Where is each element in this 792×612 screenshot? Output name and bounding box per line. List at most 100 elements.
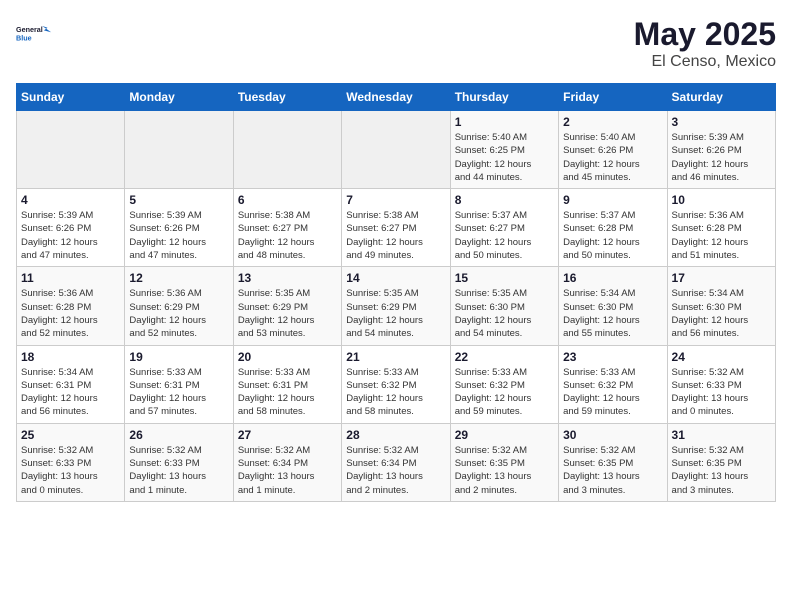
cell-0-5: 2 Sunrise: 5:40 AM Sunset: 6:26 PM Daylig…	[559, 111, 667, 189]
cell-2-0: 11 Sunrise: 5:36 AM Sunset: 6:28 PM Dayli…	[17, 267, 125, 345]
day-info: Sunrise: 5:33 AM Sunset: 6:32 PM Dayligh…	[563, 366, 662, 419]
cell-2-6: 17 Sunrise: 5:34 AM Sunset: 6:30 PM Dayli…	[667, 267, 775, 345]
day-number: 10	[672, 193, 771, 207]
day-info: Sunrise: 5:40 AM Sunset: 6:26 PM Dayligh…	[563, 131, 662, 184]
day-number: 27	[238, 428, 337, 442]
day-info: Sunrise: 5:32 AM Sunset: 6:34 PM Dayligh…	[238, 444, 337, 497]
svg-text:Blue: Blue	[16, 33, 32, 42]
cell-4-1: 26 Sunrise: 5:32 AM Sunset: 6:33 PM Dayli…	[125, 423, 233, 501]
cell-3-0: 18 Sunrise: 5:34 AM Sunset: 6:31 PM Dayli…	[17, 345, 125, 423]
svg-text:General: General	[16, 25, 43, 34]
day-number: 11	[21, 271, 120, 285]
day-number: 13	[238, 271, 337, 285]
day-info: Sunrise: 5:33 AM Sunset: 6:31 PM Dayligh…	[238, 366, 337, 419]
day-number: 20	[238, 350, 337, 364]
weekday-header-row: Sunday Monday Tuesday Wednesday Thursday…	[17, 84, 776, 111]
cell-0-1	[125, 111, 233, 189]
day-number: 15	[455, 271, 554, 285]
day-info: Sunrise: 5:32 AM Sunset: 6:34 PM Dayligh…	[346, 444, 445, 497]
cell-3-5: 23 Sunrise: 5:33 AM Sunset: 6:32 PM Dayli…	[559, 345, 667, 423]
day-info: Sunrise: 5:32 AM Sunset: 6:35 PM Dayligh…	[563, 444, 662, 497]
day-number: 7	[346, 193, 445, 207]
cell-2-5: 16 Sunrise: 5:34 AM Sunset: 6:30 PM Dayli…	[559, 267, 667, 345]
week-row-0: 1Sunrise: 5:40 AM Sunset: 6:25 PM Daylig…	[17, 111, 776, 189]
day-info: Sunrise: 5:33 AM Sunset: 6:31 PM Dayligh…	[129, 366, 228, 419]
cell-3-2: 20 Sunrise: 5:33 AM Sunset: 6:31 PM Dayli…	[233, 345, 341, 423]
day-number: 4	[21, 193, 120, 207]
calendar-header: GeneralBlue May 2025 El Censo, Mexico	[16, 16, 776, 71]
cell-1-3: 7Sunrise: 5:38 AM Sunset: 6:27 PM Daylig…	[342, 189, 450, 267]
cell-3-6: 24 Sunrise: 5:32 AM Sunset: 6:33 PM Dayli…	[667, 345, 775, 423]
day-number: 24	[672, 350, 771, 364]
day-number: 22	[455, 350, 554, 364]
cell-1-2: 6Sunrise: 5:38 AM Sunset: 6:27 PM Daylig…	[233, 189, 341, 267]
day-number: 9	[563, 193, 662, 207]
header-saturday: Saturday	[667, 84, 775, 111]
cell-2-1: 12 Sunrise: 5:36 AM Sunset: 6:29 PM Dayli…	[125, 267, 233, 345]
calendar-table: Sunday Monday Tuesday Wednesday Thursday…	[16, 83, 776, 502]
cell-0-3	[342, 111, 450, 189]
day-number: 5	[129, 193, 228, 207]
day-info: Sunrise: 5:39 AM Sunset: 6:26 PM Dayligh…	[672, 131, 771, 184]
cell-1-4: 8 Sunrise: 5:37 AM Sunset: 6:27 PM Daylig…	[450, 189, 558, 267]
day-number: 12	[129, 271, 228, 285]
day-info: Sunrise: 5:36 AM Sunset: 6:28 PM Dayligh…	[21, 287, 120, 340]
day-info: Sunrise: 5:36 AM Sunset: 6:29 PM Dayligh…	[129, 287, 228, 340]
day-number: 29	[455, 428, 554, 442]
day-info: Sunrise: 5:32 AM Sunset: 6:33 PM Dayligh…	[129, 444, 228, 497]
week-row-4: 25Sunrise: 5:32 AM Sunset: 6:33 PM Dayli…	[17, 423, 776, 501]
cell-4-3: 28 Sunrise: 5:32 AM Sunset: 6:34 PM Dayli…	[342, 423, 450, 501]
day-number: 18	[21, 350, 120, 364]
header-friday: Friday	[559, 84, 667, 111]
day-number: 26	[129, 428, 228, 442]
cell-1-6: 10 Sunrise: 5:36 AM Sunset: 6:28 PM Dayli…	[667, 189, 775, 267]
day-number: 6	[238, 193, 337, 207]
day-info: Sunrise: 5:39 AM Sunset: 6:26 PM Dayligh…	[129, 209, 228, 262]
day-info: Sunrise: 5:32 AM Sunset: 6:35 PM Dayligh…	[672, 444, 771, 497]
cell-4-5: 30 Sunrise: 5:32 AM Sunset: 6:35 PM Dayli…	[559, 423, 667, 501]
cell-0-0	[17, 111, 125, 189]
day-info: Sunrise: 5:34 AM Sunset: 6:30 PM Dayligh…	[563, 287, 662, 340]
cell-1-1: 5 Sunrise: 5:39 AM Sunset: 6:26 PM Daylig…	[125, 189, 233, 267]
day-info: Sunrise: 5:35 AM Sunset: 6:29 PM Dayligh…	[346, 287, 445, 340]
week-row-1: 4 Sunrise: 5:39 AM Sunset: 6:26 PM Daylig…	[17, 189, 776, 267]
cell-1-0: 4 Sunrise: 5:39 AM Sunset: 6:26 PM Daylig…	[17, 189, 125, 267]
day-info: Sunrise: 5:34 AM Sunset: 6:30 PM Dayligh…	[672, 287, 771, 340]
cell-0-2	[233, 111, 341, 189]
cell-2-2: 13 Sunrise: 5:35 AM Sunset: 6:29 PM Dayli…	[233, 267, 341, 345]
day-number: 17	[672, 271, 771, 285]
day-info: Sunrise: 5:37 AM Sunset: 6:27 PM Dayligh…	[455, 209, 554, 262]
day-info: Sunrise: 5:32 AM Sunset: 6:33 PM Dayligh…	[672, 366, 771, 419]
week-row-3: 18 Sunrise: 5:34 AM Sunset: 6:31 PM Dayli…	[17, 345, 776, 423]
cell-0-4: 1Sunrise: 5:40 AM Sunset: 6:25 PM Daylig…	[450, 111, 558, 189]
day-number: 2	[563, 115, 662, 129]
day-number: 14	[346, 271, 445, 285]
day-number: 28	[346, 428, 445, 442]
logo: GeneralBlue	[16, 16, 52, 52]
day-number: 16	[563, 271, 662, 285]
day-info: Sunrise: 5:39 AM Sunset: 6:26 PM Dayligh…	[21, 209, 120, 262]
cell-3-4: 22 Sunrise: 5:33 AM Sunset: 6:32 PM Dayli…	[450, 345, 558, 423]
header-wednesday: Wednesday	[342, 84, 450, 111]
logo-icon: GeneralBlue	[16, 16, 52, 52]
day-info: Sunrise: 5:32 AM Sunset: 6:35 PM Dayligh…	[455, 444, 554, 497]
day-info: Sunrise: 5:34 AM Sunset: 6:31 PM Dayligh…	[21, 366, 120, 419]
day-info: Sunrise: 5:33 AM Sunset: 6:32 PM Dayligh…	[455, 366, 554, 419]
header-thursday: Thursday	[450, 84, 558, 111]
cell-2-4: 15Sunrise: 5:35 AM Sunset: 6:30 PM Dayli…	[450, 267, 558, 345]
day-number: 19	[129, 350, 228, 364]
cell-3-1: 19 Sunrise: 5:33 AM Sunset: 6:31 PM Dayli…	[125, 345, 233, 423]
day-info: Sunrise: 5:32 AM Sunset: 6:33 PM Dayligh…	[21, 444, 120, 497]
day-info: Sunrise: 5:36 AM Sunset: 6:28 PM Dayligh…	[672, 209, 771, 262]
day-info: Sunrise: 5:33 AM Sunset: 6:32 PM Dayligh…	[346, 366, 445, 419]
day-number: 30	[563, 428, 662, 442]
title-area: May 2025 El Censo, Mexico	[634, 16, 776, 71]
cell-4-2: 27 Sunrise: 5:32 AM Sunset: 6:34 PM Dayli…	[233, 423, 341, 501]
day-info: Sunrise: 5:35 AM Sunset: 6:29 PM Dayligh…	[238, 287, 337, 340]
cell-4-6: 31 Sunrise: 5:32 AM Sunset: 6:35 PM Dayli…	[667, 423, 775, 501]
cell-3-3: 21Sunrise: 5:33 AM Sunset: 6:32 PM Dayli…	[342, 345, 450, 423]
day-number: 8	[455, 193, 554, 207]
day-number: 31	[672, 428, 771, 442]
day-number: 23	[563, 350, 662, 364]
cell-1-5: 9Sunrise: 5:37 AM Sunset: 6:28 PM Daylig…	[559, 189, 667, 267]
